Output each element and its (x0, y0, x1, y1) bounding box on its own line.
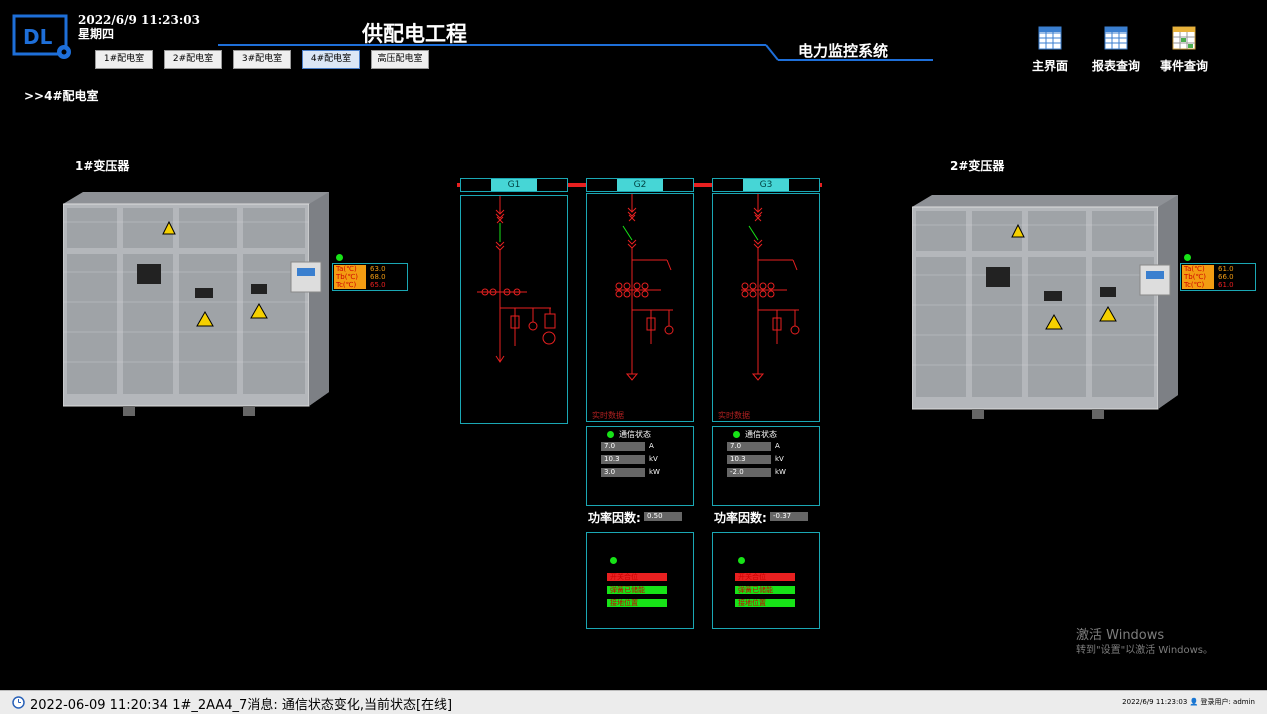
g2-comm-dot (607, 431, 614, 438)
cabinet-g3-tag: G3 (743, 179, 789, 191)
user-icon: 👤 (1189, 698, 1199, 706)
temp-label: Tb(℃) (334, 273, 366, 281)
temp-label: Tb(℃) (1182, 273, 1214, 281)
g3-power-value: -2.0 (727, 468, 771, 477)
g2-power-value: 3.0 (601, 468, 645, 477)
g2-single-line (615, 194, 674, 381)
transformer-2-image (912, 195, 1178, 419)
transformer-1-image (63, 192, 329, 416)
unit: kV (775, 455, 784, 463)
temp-value: 61.0 (1218, 265, 1234, 273)
g3-pf-value: -0.37 (770, 512, 808, 521)
transformer-1-status-dot (336, 254, 343, 261)
g2-pf-value: 0.50 (644, 512, 682, 521)
room-button-1[interactable]: 1#配电室 (95, 50, 153, 69)
weekday-text: 星期四 (78, 27, 115, 41)
g2-status-panel: 通信状态 7.0 A 10.3 kV 3.0 kW (586, 426, 694, 506)
g2-signal-panel: 开关合位 弹簧已储能 接地位置 (586, 532, 694, 629)
status-message: 2022-06-09 11:20:34 1#_2AA4_7消息: 通信状态变化,… (30, 698, 453, 713)
transformer-2-status-dot (1184, 254, 1191, 261)
g2-signal-switch: 开关合位 (607, 573, 667, 581)
calendar-icon (1172, 26, 1196, 50)
cabinet-g2-header[interactable]: G2 (586, 178, 694, 192)
dl-logo: DL (12, 14, 71, 59)
temp-label: Ta(℃) (334, 265, 366, 273)
unit: A (649, 442, 654, 450)
status-bar: 2022-06-09 11:20:34 1#_2AA4_7消息: 通信状态变化,… (0, 690, 1267, 714)
datetime-text: 2022/6/9 11:23:03 (78, 13, 200, 27)
status-right: 2022/6/9 11:23:03 👤 登录用户: admin (1122, 697, 1255, 707)
g3-voltage-value: 10.3 (727, 455, 771, 464)
room-button-4[interactable]: 4#配电室 (302, 50, 360, 69)
nav-event-label: 事件查询 (1159, 59, 1208, 73)
temp-label: Ta(℃) (1182, 265, 1214, 273)
grid-icon (1038, 26, 1062, 50)
g1-single-line (477, 196, 556, 363)
g2-pf-label: 功率因数: (588, 511, 641, 525)
nav-report-label: 报表查询 (1091, 59, 1140, 73)
status-user: 登录用户: admin (1200, 698, 1255, 706)
cabinet-g2-diagram[interactable] (586, 193, 694, 422)
transformer-1-label: 1#变压器 (75, 159, 130, 173)
cabinet-g3-diagram[interactable] (712, 193, 820, 422)
nav-main-label: 主界面 (1031, 59, 1068, 73)
cabinet-g1-header[interactable]: G1 (460, 178, 568, 192)
transformer-2-temp-panel: Ta(℃) 61.0 Tb(℃) 66.0 Tc(℃) 61.0 (1180, 263, 1256, 291)
cabinet-g2-tag: G2 (617, 179, 663, 191)
svg-text:DL: DL (23, 25, 53, 49)
clock-icon (12, 696, 25, 709)
g3-signal-panel: 开关合位 弹簧已储能 接地位置 (712, 532, 820, 629)
g2-comm-label: 通信状态 (619, 430, 651, 439)
activation-watermark-sub: 转到"设置"以激活 Windows。 (1076, 645, 1214, 656)
table-icon (1104, 26, 1128, 50)
g3-signal-dot (738, 557, 745, 564)
nav-main-button[interactable]: 主界面 (1022, 26, 1078, 74)
unit: kW (649, 468, 660, 476)
temp-label: Tc(℃) (334, 281, 366, 289)
g2-current-value: 7.0 (601, 442, 645, 451)
cabinet-g1-diagram[interactable] (460, 195, 568, 424)
unit: kV (649, 455, 658, 463)
g2-signal-dot (610, 557, 617, 564)
room-button-3[interactable]: 3#配电室 (233, 50, 291, 69)
g3-signal-switch: 开关合位 (735, 573, 795, 581)
transformer-2-label: 2#变压器 (950, 159, 1005, 173)
nav-event-button[interactable]: 事件查询 (1156, 26, 1212, 74)
system-subtitle: 电力监控系统 (798, 42, 889, 60)
temp-value: 63.0 (370, 265, 386, 273)
g3-comm-label: 通信状态 (745, 430, 777, 439)
g3-single-line (741, 194, 800, 381)
room-button-2[interactable]: 2#配电室 (164, 50, 222, 69)
nav-report-button[interactable]: 报表查询 (1088, 26, 1144, 74)
g3-realtime-label: 实时数据 (718, 411, 750, 420)
g3-signal-ground: 接地位置 (735, 599, 795, 607)
g2-realtime-label: 实时数据 (592, 411, 624, 420)
g3-current-value: 7.0 (727, 442, 771, 451)
temp-value: 66.0 (1218, 273, 1234, 281)
temp-value: 61.0 (1218, 281, 1234, 289)
room-button-hv[interactable]: 高压配电室 (371, 50, 429, 69)
status-time: 2022/6/9 11:23:03 (1122, 698, 1188, 706)
temp-value: 65.0 (370, 281, 386, 289)
cabinet-g1-tag: G1 (491, 179, 537, 191)
g2-signal-spring: 弹簧已储能 (607, 586, 667, 594)
g3-pf-label: 功率因数: (714, 511, 767, 525)
temp-value: 68.0 (370, 273, 386, 281)
g3-comm-dot (733, 431, 740, 438)
g3-status-panel: 通信状态 7.0 A 10.3 kV -2.0 kW (712, 426, 820, 506)
g2-voltage-value: 10.3 (601, 455, 645, 464)
g3-signal-spring: 弹簧已储能 (735, 586, 795, 594)
cabinet-g3-header[interactable]: G3 (712, 178, 820, 192)
breadcrumb: >>4#配电室 (24, 89, 99, 103)
unit: A (775, 442, 780, 450)
temp-label: Tc(℃) (1182, 281, 1214, 289)
unit: kW (775, 468, 786, 476)
datetime-block: 2022/6/9 11:23:03 星期四 (78, 13, 200, 41)
transformer-1-temp-panel: Ta(℃) 63.0 Tb(℃) 68.0 Tc(℃) 65.0 (332, 263, 408, 291)
g2-signal-ground: 接地位置 (607, 599, 667, 607)
